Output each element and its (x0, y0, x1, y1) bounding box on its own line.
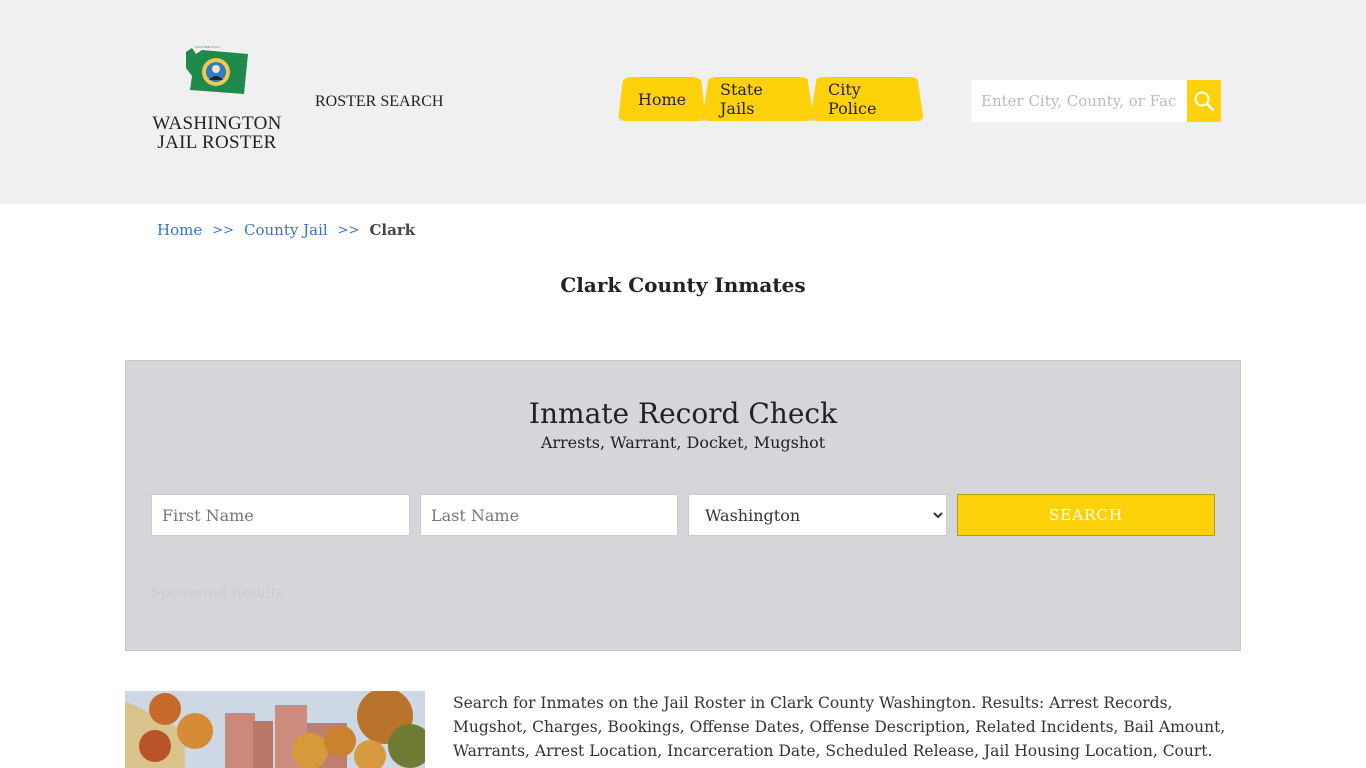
logo-line-1: WASHINGTON (152, 113, 282, 134)
sponsored-results-label: Sponsored Results (151, 585, 284, 601)
page-title: Clark County Inmates (560, 273, 806, 297)
nav-city-police[interactable]: City Police (810, 77, 924, 121)
site-logo[interactable]: WASHINGTON JAIL ROSTER (148, 46, 286, 158)
panel-title: Inmate Record Check (528, 397, 838, 430)
inmate-record-check-panel: Inmate Record Check Arrests, Warrant, Do… (125, 360, 1241, 651)
logo-divider (194, 46, 220, 48)
breadcrumb-home[interactable]: Home (157, 221, 202, 239)
facility-image (125, 691, 425, 768)
breadcrumb-separator: >> (212, 223, 235, 238)
facility-search-button[interactable] (1187, 80, 1221, 122)
first-name-input[interactable] (151, 494, 410, 536)
state-select[interactable]: Washington (688, 494, 947, 536)
panel-subtitle: Arrests, Warrant, Docket, Mugshot (540, 433, 826, 452)
washington-state-seal-icon (186, 48, 248, 94)
breadcrumb-current: Clark (369, 221, 416, 239)
breadcrumb-separator: >> (337, 223, 360, 238)
breadcrumb: Home >> County Jail >> Clark (157, 221, 415, 239)
roster-search-link[interactable]: ROSTER SEARCH (315, 93, 443, 111)
search-icon (1194, 91, 1215, 112)
logo-text: WASHINGTON JAIL ROSTER (148, 114, 286, 152)
logo-line-2: JAIL ROSTER (157, 132, 277, 153)
county-description: Search for Inmates on the Jail Roster in… (453, 694, 1226, 760)
nav-home[interactable]: Home (618, 77, 706, 121)
facility-photo (125, 691, 425, 768)
main-nav: Home State Jails City Police (618, 77, 924, 121)
record-search-button[interactable]: SEARCH (957, 494, 1215, 536)
site-header: WASHINGTON JAIL ROSTER ROSTER SEARCH Hom… (0, 0, 1366, 204)
nav-state-jails[interactable]: State Jails (702, 77, 814, 121)
facility-search-input[interactable] (971, 80, 1187, 122)
last-name-input[interactable] (420, 494, 678, 536)
breadcrumb-county-jail[interactable]: County Jail (244, 221, 328, 239)
